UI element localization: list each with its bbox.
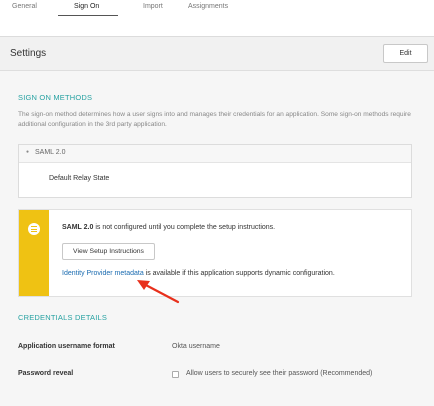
setup-notice: SAML 2.0 is not configured until you com… <box>18 209 412 297</box>
tab-assignments[interactable]: Assignments <box>188 3 228 10</box>
radio-icon: ● <box>26 149 30 155</box>
saml-method-label: SAML 2.0 <box>35 149 66 156</box>
idp-metadata-line: Identity Provider metadata is available … <box>62 270 335 277</box>
notice-message: SAML 2.0 is not configured until you com… <box>62 224 275 231</box>
tab-general[interactable]: General <box>12 3 37 10</box>
password-reveal-checkbox[interactable] <box>172 371 179 378</box>
default-relay-state-label: Default Relay State <box>49 175 110 182</box>
annotation-arrow-icon <box>137 280 180 304</box>
active-tab-indicator <box>58 15 118 16</box>
edit-button[interactable]: Edit <box>383 44 428 63</box>
list-icon <box>28 223 40 235</box>
sign-on-methods-title: SIGN ON METHODS <box>18 93 93 102</box>
tab-sign-on[interactable]: Sign On <box>74 3 99 10</box>
settings-title: Settings <box>10 48 47 59</box>
notice-accent-bar <box>19 210 49 296</box>
idp-metadata-link[interactable]: Identity Provider metadata <box>62 270 144 277</box>
username-format-label: Application username format <box>18 343 115 350</box>
saml-method-header[interactable]: ● SAML 2.0 <box>19 145 411 163</box>
settings-header: Settings Edit <box>0 37 434 71</box>
password-reveal-option[interactable]: Allow users to securely see their passwo… <box>186 370 372 377</box>
tab-import[interactable]: Import <box>143 3 163 10</box>
credentials-details-title: CREDENTIALS DETAILS <box>18 313 108 322</box>
notice-text: is not configured until you complete the… <box>93 224 276 231</box>
username-format-value: Okta username <box>172 343 220 350</box>
saml-method-box: ● SAML 2.0 Default Relay State <box>18 144 412 198</box>
notice-bold: SAML 2.0 <box>62 224 94 231</box>
view-setup-instructions-button[interactable]: View Setup Instructions <box>62 243 155 260</box>
password-reveal-label: Password reveal <box>18 370 74 377</box>
sign-on-description: The sign-on method determines how a user… <box>18 111 411 128</box>
app-tabs: General Sign On Import Assignments <box>0 0 434 24</box>
